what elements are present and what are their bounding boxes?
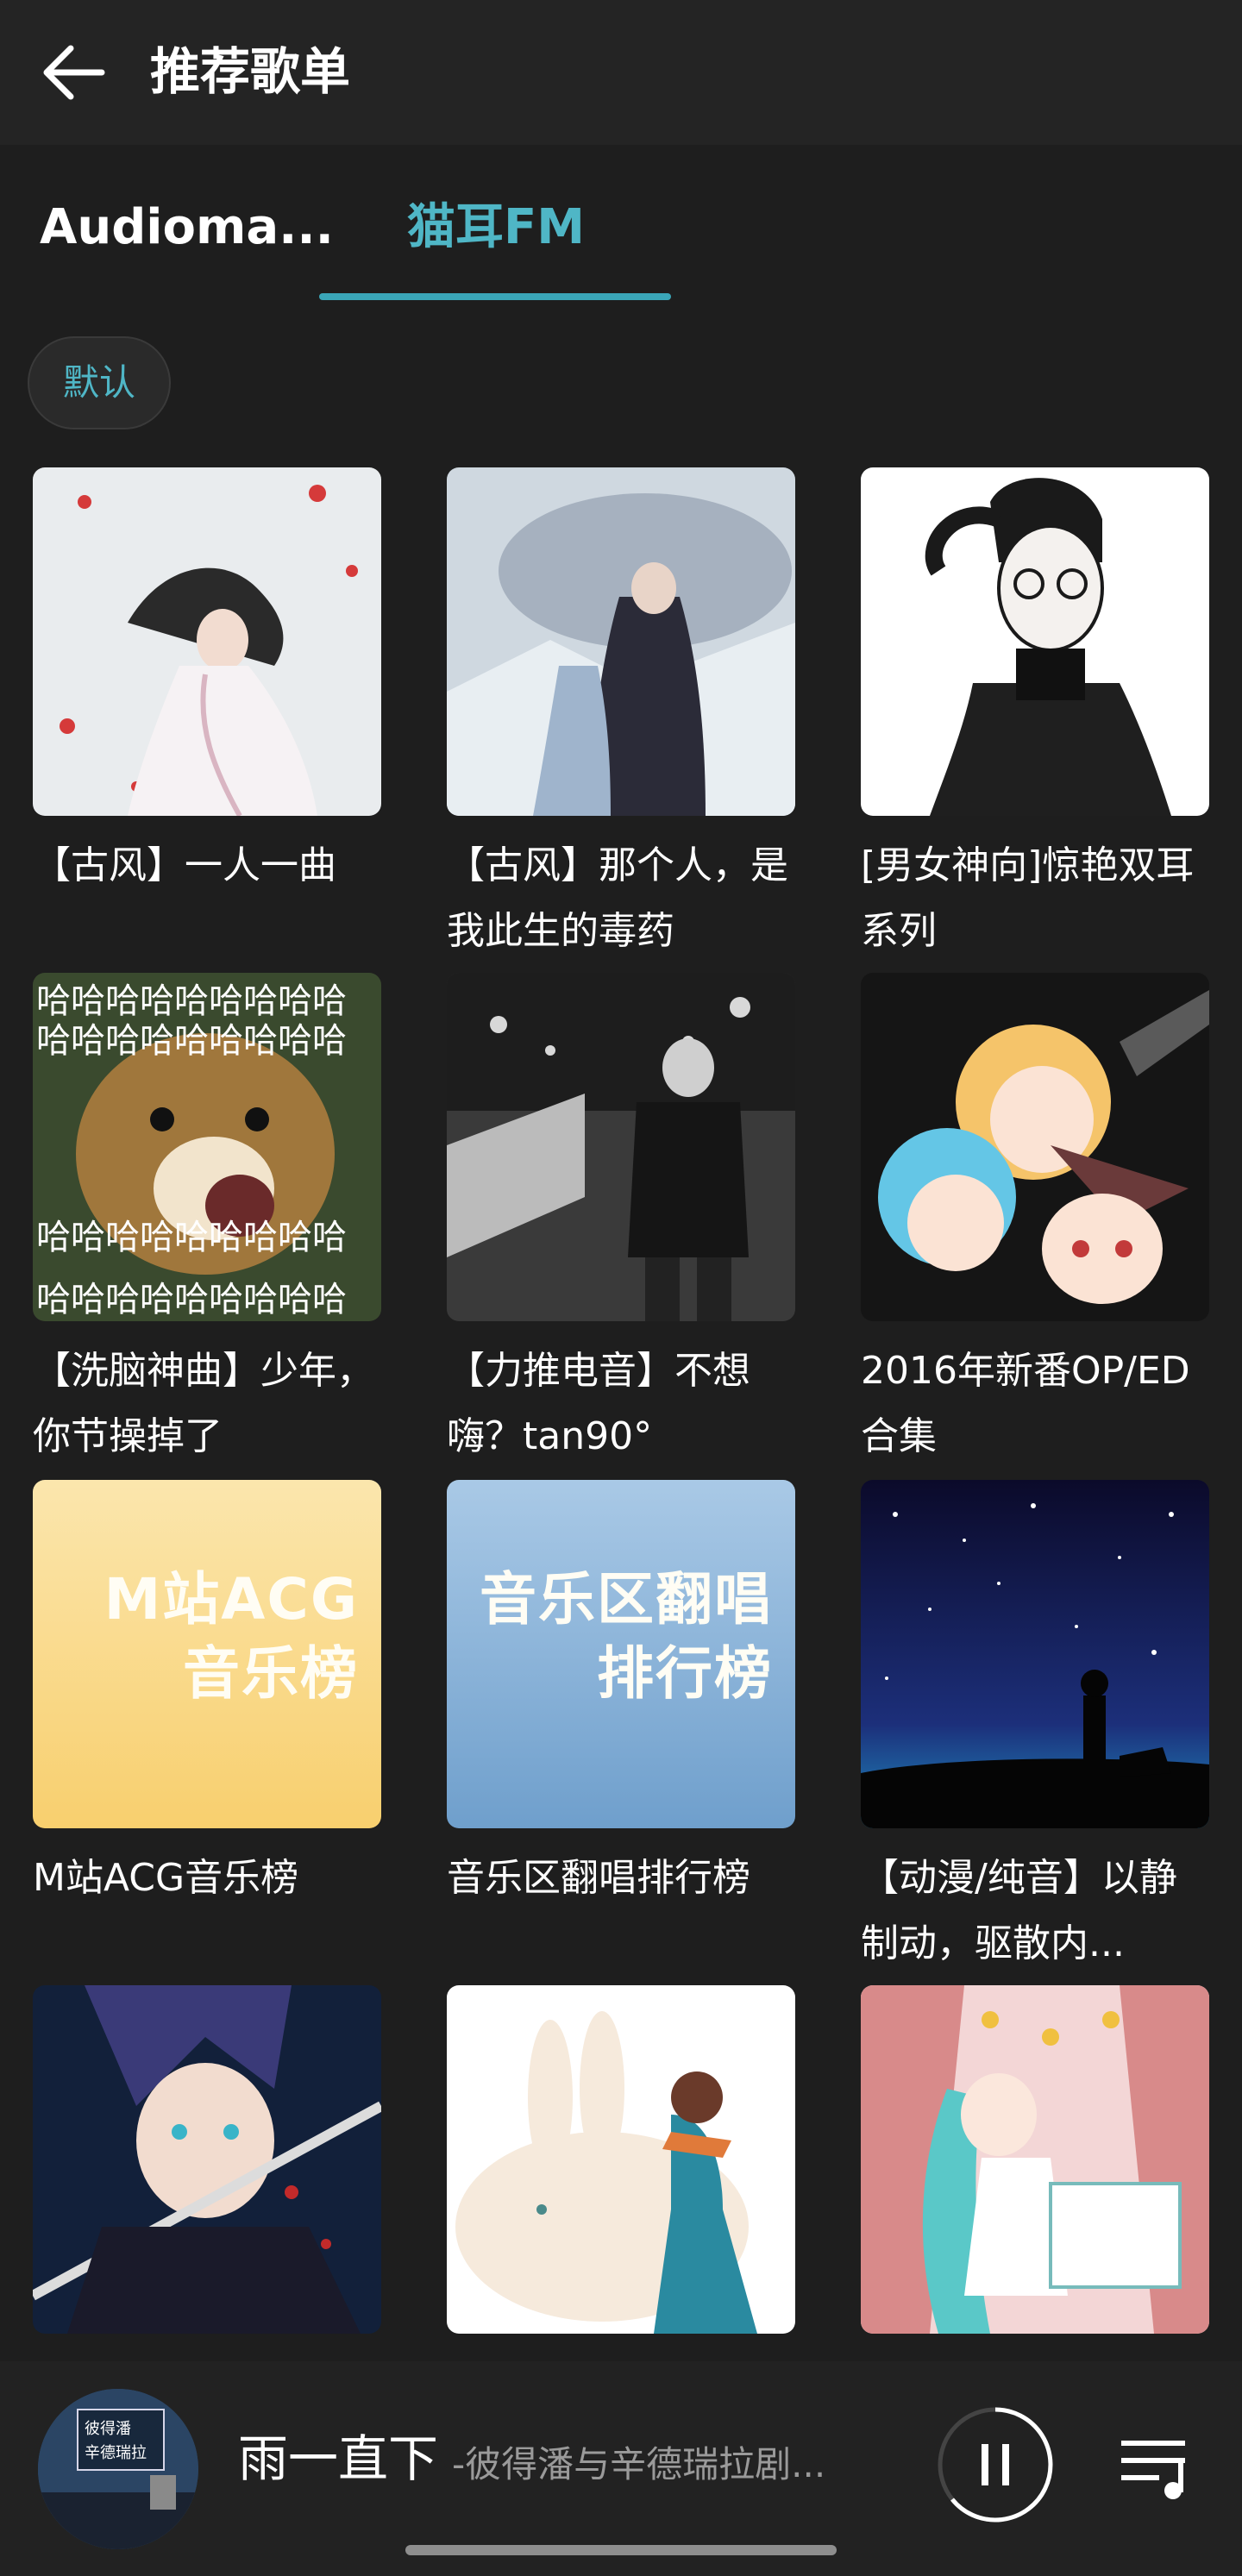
cover-art-swordsman <box>33 1985 381 2334</box>
cover-art-starry-night <box>861 1480 1209 1828</box>
cover-art-miku-stage <box>861 1985 1209 2334</box>
pause-button[interactable] <box>935 2404 1056 2525</box>
playlist-cover-6[interactable] <box>861 973 1209 1321</box>
playlist-cover-9[interactable] <box>861 1480 1209 1828</box>
cover-text-line-1: M站ACG <box>104 1566 359 1633</box>
now-playing-album-art[interactable]: 彼得潘 辛德瑞拉 <box>38 2389 198 2549</box>
playlist-cover-5[interactable] <box>447 973 795 1321</box>
cover-art-screaming-dog: 哈哈哈哈哈哈哈哈哈 哈哈哈哈哈哈哈哈哈 哈哈哈哈哈哈哈哈哈 哈哈哈哈哈哈哈哈哈 <box>33 973 381 1321</box>
cover-text-line-1: 音乐区翻唱 <box>480 1566 773 1633</box>
meme-text-3: 哈哈哈哈哈哈哈哈哈 <box>36 1218 347 1257</box>
playlist-title-9[interactable]: 【动漫/纯音】以静制动，驱散内... <box>861 1846 1214 1977</box>
cover-art-anime-girls <box>861 973 1209 1321</box>
playlist-title-4[interactable]: 【洗脑神曲】少年，你节操掉了 <box>33 1338 386 1470</box>
queue-music-icon <box>1121 2441 1185 2499</box>
playlist-title-1[interactable]: 【古风】一人一曲 <box>33 833 386 899</box>
playlist-queue-button[interactable] <box>1118 2435 1195 2501</box>
home-indicator[interactable] <box>405 2545 837 2555</box>
cover-art-bunny-girl <box>447 1985 795 2334</box>
pause-icon <box>938 2407 1053 2523</box>
playlist-title-8[interactable]: 音乐区翻唱排行榜 <box>447 1846 800 1911</box>
cover-art-street-walker <box>447 973 795 1321</box>
playlist-cover-3[interactable] <box>861 467 1209 816</box>
playlist-title-2[interactable]: 【古风】那个人，是我此生的毒药 <box>447 833 800 964</box>
page-title: 推荐歌单 <box>150 42 351 101</box>
album-art-text-2: 辛德瑞拉 <box>85 2444 147 2462</box>
now-playing-title[interactable]: 雨一直下 <box>238 2420 438 2498</box>
playlist-cover-10[interactable] <box>33 1985 381 2334</box>
back-button[interactable] <box>36 38 114 107</box>
cover-text-line-2: 排行榜 <box>597 1640 773 1707</box>
playlist-title-3[interactable]: [男女神向]惊艳双耳系列 <box>861 833 1214 964</box>
source-tabs: Audioma... 猫耳FM <box>0 145 1242 309</box>
cover-art-glasses-man <box>861 467 1209 816</box>
playlist-cover-8[interactable]: 音乐区翻唱 排行榜 <box>447 1480 795 1828</box>
app-bar: 推荐歌单 <box>0 0 1242 145</box>
tab-maoer-fm[interactable]: 猫耳FM <box>407 193 585 262</box>
playlist-cover-2[interactable] <box>447 467 795 816</box>
cover-art-ancient-girl <box>33 467 381 816</box>
active-tab-indicator <box>319 293 671 300</box>
filter-chip-default[interactable]: 默认 <box>28 336 171 429</box>
arrow-left-icon <box>43 45 105 100</box>
playlist-cover-7[interactable]: M站ACG 音乐榜 <box>33 1480 381 1828</box>
now-playing-artist[interactable]: -彼得潘与辛德瑞拉剧... <box>452 2430 866 2499</box>
cover-art-umbrella-couple <box>447 467 795 816</box>
album-art-text-1: 彼得潘 <box>85 2420 131 2438</box>
playlist-title-6[interactable]: 2016年新番OP/ED合集 <box>861 1338 1214 1470</box>
meme-text-2: 哈哈哈哈哈哈哈哈哈 <box>36 1021 347 1061</box>
meme-text-4: 哈哈哈哈哈哈哈哈哈 <box>36 1280 347 1319</box>
meme-text-1: 哈哈哈哈哈哈哈哈哈 <box>36 981 347 1021</box>
cover-text-line-2: 音乐榜 <box>183 1640 359 1707</box>
playlist-title-7[interactable]: M站ACG音乐榜 <box>33 1846 386 1911</box>
playlist-cover-12[interactable] <box>861 1985 1209 2334</box>
mini-player[interactable]: 彼得潘 辛德瑞拉 雨一直下 -彼得潘与辛德瑞拉剧... <box>0 2361 1242 2576</box>
playlist-cover-4[interactable]: 哈哈哈哈哈哈哈哈哈 哈哈哈哈哈哈哈哈哈 哈哈哈哈哈哈哈哈哈 哈哈哈哈哈哈哈哈哈 <box>33 973 381 1321</box>
playlist-cover-11[interactable] <box>447 1985 795 2334</box>
tab-audiomack[interactable]: Audioma... <box>40 193 334 262</box>
playlist-cover-1[interactable] <box>33 467 381 816</box>
playlist-title-5[interactable]: 【力推电音】不想嗨？tan90° <box>447 1338 800 1470</box>
